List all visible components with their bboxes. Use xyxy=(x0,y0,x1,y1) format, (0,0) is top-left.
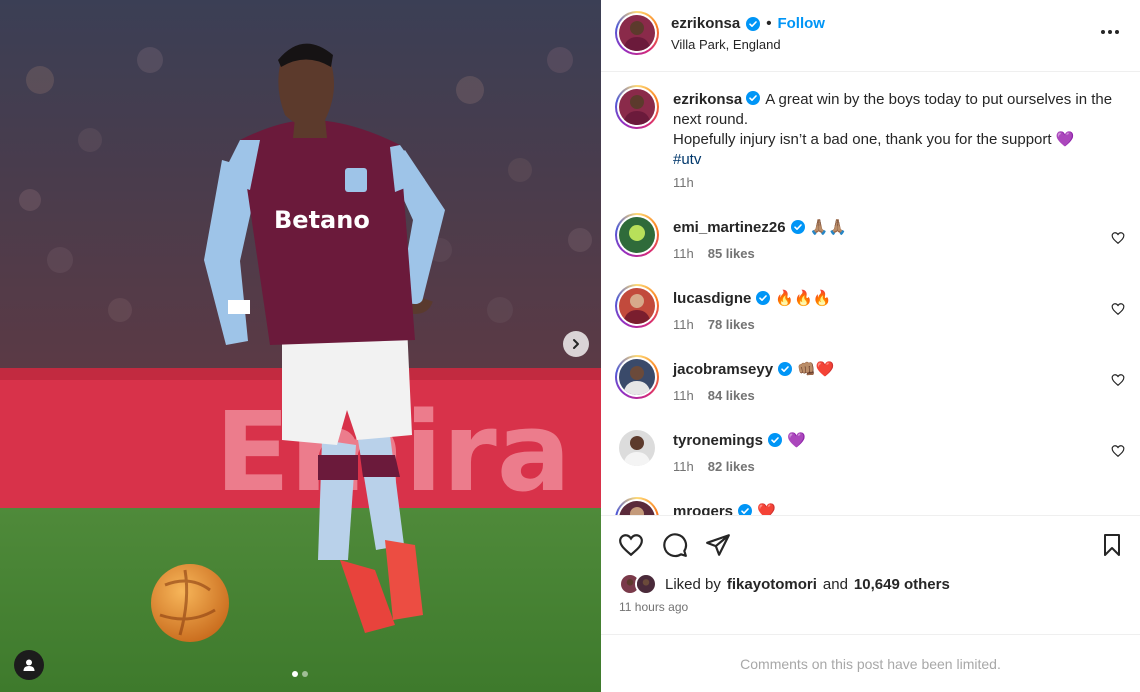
comment-text: 🔥🔥🔥 xyxy=(775,290,832,307)
comment-likes[interactable]: 84 likes xyxy=(708,388,755,403)
comment-avatar-image xyxy=(619,288,655,324)
comment-avatar[interactable] xyxy=(619,430,655,466)
comment-text: 🙏🏽🙏🏽 xyxy=(809,219,847,236)
comment-avatar[interactable] xyxy=(615,284,659,328)
carousel-indicator xyxy=(292,671,308,677)
comment-meta: 11h 84 likes xyxy=(673,388,755,403)
user-icon xyxy=(23,659,35,671)
caption-line-2: Hopefully injury isn’t a bad one, thank … xyxy=(673,131,1075,148)
save-button[interactable] xyxy=(1098,531,1126,559)
comment-avatar-image xyxy=(619,501,655,515)
verified-badge-icon xyxy=(790,220,805,234)
comment-avatar-image xyxy=(619,359,655,395)
liker-avatar xyxy=(635,573,657,595)
comment-username[interactable]: jacobramseyy xyxy=(673,361,773,378)
comment-time: 11h xyxy=(673,246,694,261)
caption-hashtag[interactable]: #utv xyxy=(673,151,701,168)
carousel-next-button[interactable] xyxy=(563,331,589,357)
verified-badge-icon xyxy=(746,16,761,31)
comment-button[interactable] xyxy=(661,531,689,559)
author-username[interactable]: ezrikonsa xyxy=(671,15,740,32)
more-options-button[interactable] xyxy=(1100,22,1120,42)
caption-time: 11h xyxy=(673,175,694,190)
comments-limited-notice: Comments on this post have been limited. xyxy=(601,634,1140,692)
tagged-users-button[interactable] xyxy=(14,650,44,680)
bookmark-icon xyxy=(1104,534,1120,556)
comment-meta: 11h 78 likes xyxy=(673,317,755,332)
comment-line: emi_martinez26 🙏🏽🙏🏽 xyxy=(673,218,847,237)
comments-list[interactable]: ezrikonsa A great win by the boys today t… xyxy=(601,73,1140,515)
post-media[interactable]: Emira Betano xyxy=(0,0,601,692)
carousel-dot-active xyxy=(292,671,298,677)
liked-by-avatars xyxy=(619,573,659,595)
verified-badge-icon xyxy=(738,504,753,515)
comment-text: ❤️ xyxy=(757,503,776,515)
comment-text: 👊🏽❤️ xyxy=(797,361,835,378)
comment-item: jacobramseyy 👊🏽❤️ 11h 84 likes xyxy=(615,355,1125,415)
post-timestamp[interactable]: 11 hours ago xyxy=(619,600,688,614)
comment-bubble-icon xyxy=(663,533,688,558)
post-actions: Liked by fikayotomori and 10,649 others … xyxy=(601,515,1140,634)
comment-username[interactable]: lucasdigne xyxy=(673,290,751,307)
comment-time: 11h xyxy=(673,388,694,403)
comment-avatar-image xyxy=(619,217,655,253)
comment-item: mrogers ❤️ xyxy=(615,497,1125,515)
liked-by-user[interactable]: fikayotomori xyxy=(727,576,817,593)
liked-by-and: and xyxy=(822,575,848,593)
follow-button[interactable]: Follow xyxy=(777,15,825,32)
comment-username[interactable]: mrogers xyxy=(673,503,733,516)
author-avatar[interactable] xyxy=(615,11,659,55)
comment-line: tyronemings 💜 xyxy=(673,431,806,450)
comment-item: tyronemings 💜 11h 82 likes xyxy=(615,426,1125,486)
author-line: ezrikonsa • Follow xyxy=(671,15,825,32)
paper-plane-icon xyxy=(706,534,730,556)
comment-item: lucasdigne 🔥🔥🔥 11h 78 likes xyxy=(615,284,1125,344)
liked-by-prefix: Liked by xyxy=(665,575,721,593)
post-details-panel: ezrikonsa • Follow Villa Park, England e… xyxy=(601,0,1140,692)
more-horizontal-icon xyxy=(1101,30,1119,34)
chevron-right-icon xyxy=(573,339,579,349)
svg-text:Betano: Betano xyxy=(274,206,370,234)
comment-item: emi_martinez26 🙏🏽🙏🏽 11h 85 likes xyxy=(615,213,1125,273)
comment-line: lucasdigne 🔥🔥🔥 xyxy=(673,289,832,308)
comment-meta: 11h 82 likes xyxy=(673,459,755,474)
share-button[interactable] xyxy=(704,531,732,559)
author-avatar-image xyxy=(619,15,655,51)
comment-username[interactable]: emi_martinez26 xyxy=(673,219,786,236)
verified-badge-icon xyxy=(778,362,793,376)
comment-avatar[interactable] xyxy=(615,355,659,399)
liked-by: Liked by fikayotomori and 10,649 others xyxy=(619,573,950,595)
comment-likes[interactable]: 78 likes xyxy=(708,317,755,332)
like-button[interactable] xyxy=(617,531,645,559)
comment-username[interactable]: tyronemings xyxy=(673,432,763,449)
caption-text: ezrikonsa A great win by the boys today t… xyxy=(673,90,1113,170)
caption-avatar-image xyxy=(619,89,655,125)
post-photo: Emira Betano xyxy=(0,0,601,692)
comment-line: mrogers ❤️ xyxy=(673,502,776,515)
comment-like-heart-icon[interactable] xyxy=(1111,444,1125,458)
comment-time: 11h xyxy=(673,459,694,474)
heart-icon xyxy=(619,534,643,557)
comment-time: 11h xyxy=(673,317,694,332)
separator-dot: • xyxy=(766,15,772,32)
comment-avatar[interactable] xyxy=(615,213,659,257)
post-location[interactable]: Villa Park, England xyxy=(671,37,781,52)
comment-like-heart-icon[interactable] xyxy=(1111,231,1125,245)
verified-badge-icon xyxy=(756,291,771,305)
comment-likes[interactable]: 82 likes xyxy=(708,459,755,474)
comment-avatar[interactable] xyxy=(615,497,659,515)
caption-avatar[interactable] xyxy=(615,85,659,129)
comment-like-heart-icon[interactable] xyxy=(1111,373,1125,387)
comment-like-heart-icon[interactable] xyxy=(1111,302,1125,316)
verified-badge-icon xyxy=(746,91,761,105)
verified-badge-icon xyxy=(768,433,783,447)
comment-text: 💜 xyxy=(787,432,806,449)
liked-by-count[interactable]: 10,649 others xyxy=(854,576,950,593)
comment-line: jacobramseyy 👊🏽❤️ xyxy=(673,360,835,379)
post-header: ezrikonsa • Follow Villa Park, England xyxy=(601,0,1140,72)
comment-meta: 11h 85 likes xyxy=(673,246,755,261)
comment-likes[interactable]: 85 likes xyxy=(708,246,755,261)
carousel-dot xyxy=(302,671,308,677)
caption-username[interactable]: ezrikonsa xyxy=(673,91,742,108)
